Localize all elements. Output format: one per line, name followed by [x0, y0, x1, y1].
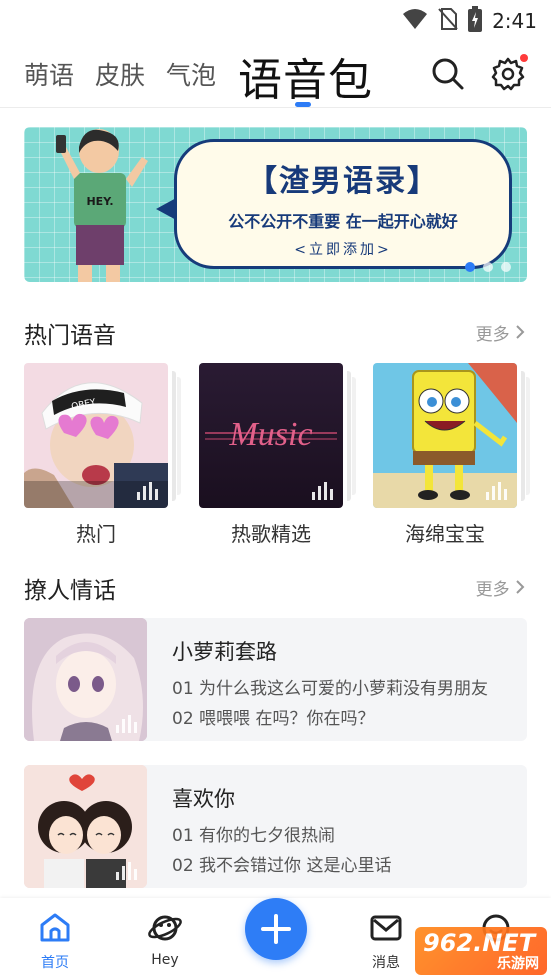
card-stack-edge [177, 377, 181, 495]
nav-home[interactable]: 首页 [25, 912, 85, 972]
top-tab-bar: 萌语 皮肤 气泡 语音包 [0, 44, 551, 108]
home-icon [38, 913, 72, 948]
audio-bars-icon [116, 715, 137, 733]
card-stack-edge [521, 371, 525, 501]
list-thumbnail [24, 618, 147, 741]
battery-charging-icon [468, 6, 483, 36]
card-stack-edge [172, 371, 176, 501]
status-time: 2:41 [492, 9, 537, 33]
nav-messages[interactable]: 消息 [356, 912, 416, 972]
hot-card-song-picks[interactable]: Music 热歌精选 [199, 363, 356, 547]
banner-subtitle: 公不公开不重要 在一起开心就好 [228, 212, 458, 231]
nav-label: Hey [151, 952, 179, 968]
hot-card-spongebob[interactable]: 海绵宝宝 [373, 363, 530, 547]
list-item-line: 02 我不会错过你 这是心里话 [172, 856, 392, 876]
more-label: 更多 [475, 580, 510, 600]
flirt-more-link[interactable]: 更多 [476, 575, 525, 600]
hot-more-link[interactable]: 更多 [476, 320, 525, 345]
banner-add-link[interactable]: <立即添加> [177, 239, 509, 259]
carousel-dot[interactable] [501, 262, 511, 272]
no-sim-icon [438, 7, 458, 35]
add-button[interactable] [245, 898, 307, 960]
banner-title: 【渣男语录】 [247, 164, 439, 199]
audio-bars-icon [116, 862, 137, 880]
music-art-text: Music [228, 416, 312, 453]
tab-skins[interactable]: 皮肤 [95, 56, 145, 92]
promo-banner[interactable]: HEY. 【渣男语录】 公不公开不重要 在一起开心就好 <立即添加> [24, 127, 527, 282]
nav-hey[interactable]: Hey [135, 912, 195, 968]
mail-icon [369, 915, 403, 948]
hot-thumbnail: OBEY [24, 363, 168, 508]
hot-thumbnail: Music [199, 363, 343, 508]
wifi-icon [402, 8, 428, 34]
card-stack-edge [352, 377, 356, 495]
card-stack-edge [526, 377, 530, 495]
hot-card-label: 热歌精选 [231, 522, 311, 546]
plus-icon [245, 914, 307, 964]
tab-bubbles[interactable]: 气泡 [166, 56, 216, 92]
list-item[interactable]: 小萝莉套路 01 为什么我这么可爱的小萝莉没有男朋友 02 喂喂喂 在吗？你在吗… [24, 618, 527, 741]
carousel-dot[interactable] [483, 262, 493, 272]
list-thumbnail [24, 765, 147, 888]
list-item-title: 小萝莉套路 [172, 640, 277, 664]
watermark-bottom: 乐游网 [497, 956, 539, 972]
flirt-talk-title: 撩人情话 [24, 578, 116, 604]
watermark-logo: 962.NET 乐游网 [415, 927, 547, 975]
carousel-dot[interactable] [465, 262, 475, 272]
nav-label: 消息 [372, 955, 400, 971]
card-stack-edge [347, 371, 351, 501]
list-item-line: 01 有你的七夕很热闹 [172, 826, 336, 846]
notification-dot [520, 54, 528, 62]
tab-cute-talk[interactable]: 萌语 [24, 56, 74, 92]
status-icons: 2:41 [402, 6, 537, 36]
audio-bars-icon [312, 482, 333, 500]
banner-character: HEY. [56, 129, 148, 282]
carousel-indicator [465, 262, 511, 272]
active-tab-indicator [295, 102, 311, 107]
status-bar: 2:41 [0, 0, 551, 38]
chevron-right-icon [515, 325, 525, 345]
list-item-title: 喜欢你 [172, 787, 235, 811]
more-label: 更多 [475, 325, 510, 345]
tab-voice-pack[interactable]: 语音包 [238, 44, 373, 108]
speech-bubble: 【渣男语录】 公不公开不重要 在一起开心就好 <立即添加> [174, 139, 512, 269]
shirt-text: HEY. [86, 195, 113, 208]
hot-card-label: 热门 [76, 522, 116, 546]
hot-card-popular[interactable]: OBEY 热门 [24, 363, 181, 547]
planet-icon [147, 915, 183, 948]
hot-voice-title: 热门语音 [24, 323, 116, 349]
search-icon[interactable] [430, 56, 466, 92]
hot-thumbnail [373, 363, 517, 508]
bottom-nav: 首页 Hey 消息 962.NET 乐游网 [0, 898, 551, 979]
nav-label: 首页 [41, 955, 69, 971]
list-item[interactable]: 喜欢你 01 有你的七夕很热闹 02 我不会错过你 这是心里话 [24, 765, 527, 888]
chevron-right-icon [515, 580, 525, 600]
gear-icon[interactable] [490, 54, 528, 92]
list-item-line: 01 为什么我这么可爱的小萝莉没有男朋友 [172, 679, 489, 699]
hot-card-label: 海绵宝宝 [405, 522, 485, 546]
audio-bars-icon [486, 482, 507, 500]
audio-bars-icon [137, 482, 158, 500]
list-item-line: 02 喂喂喂 在吗？你在吗？ [172, 709, 375, 729]
